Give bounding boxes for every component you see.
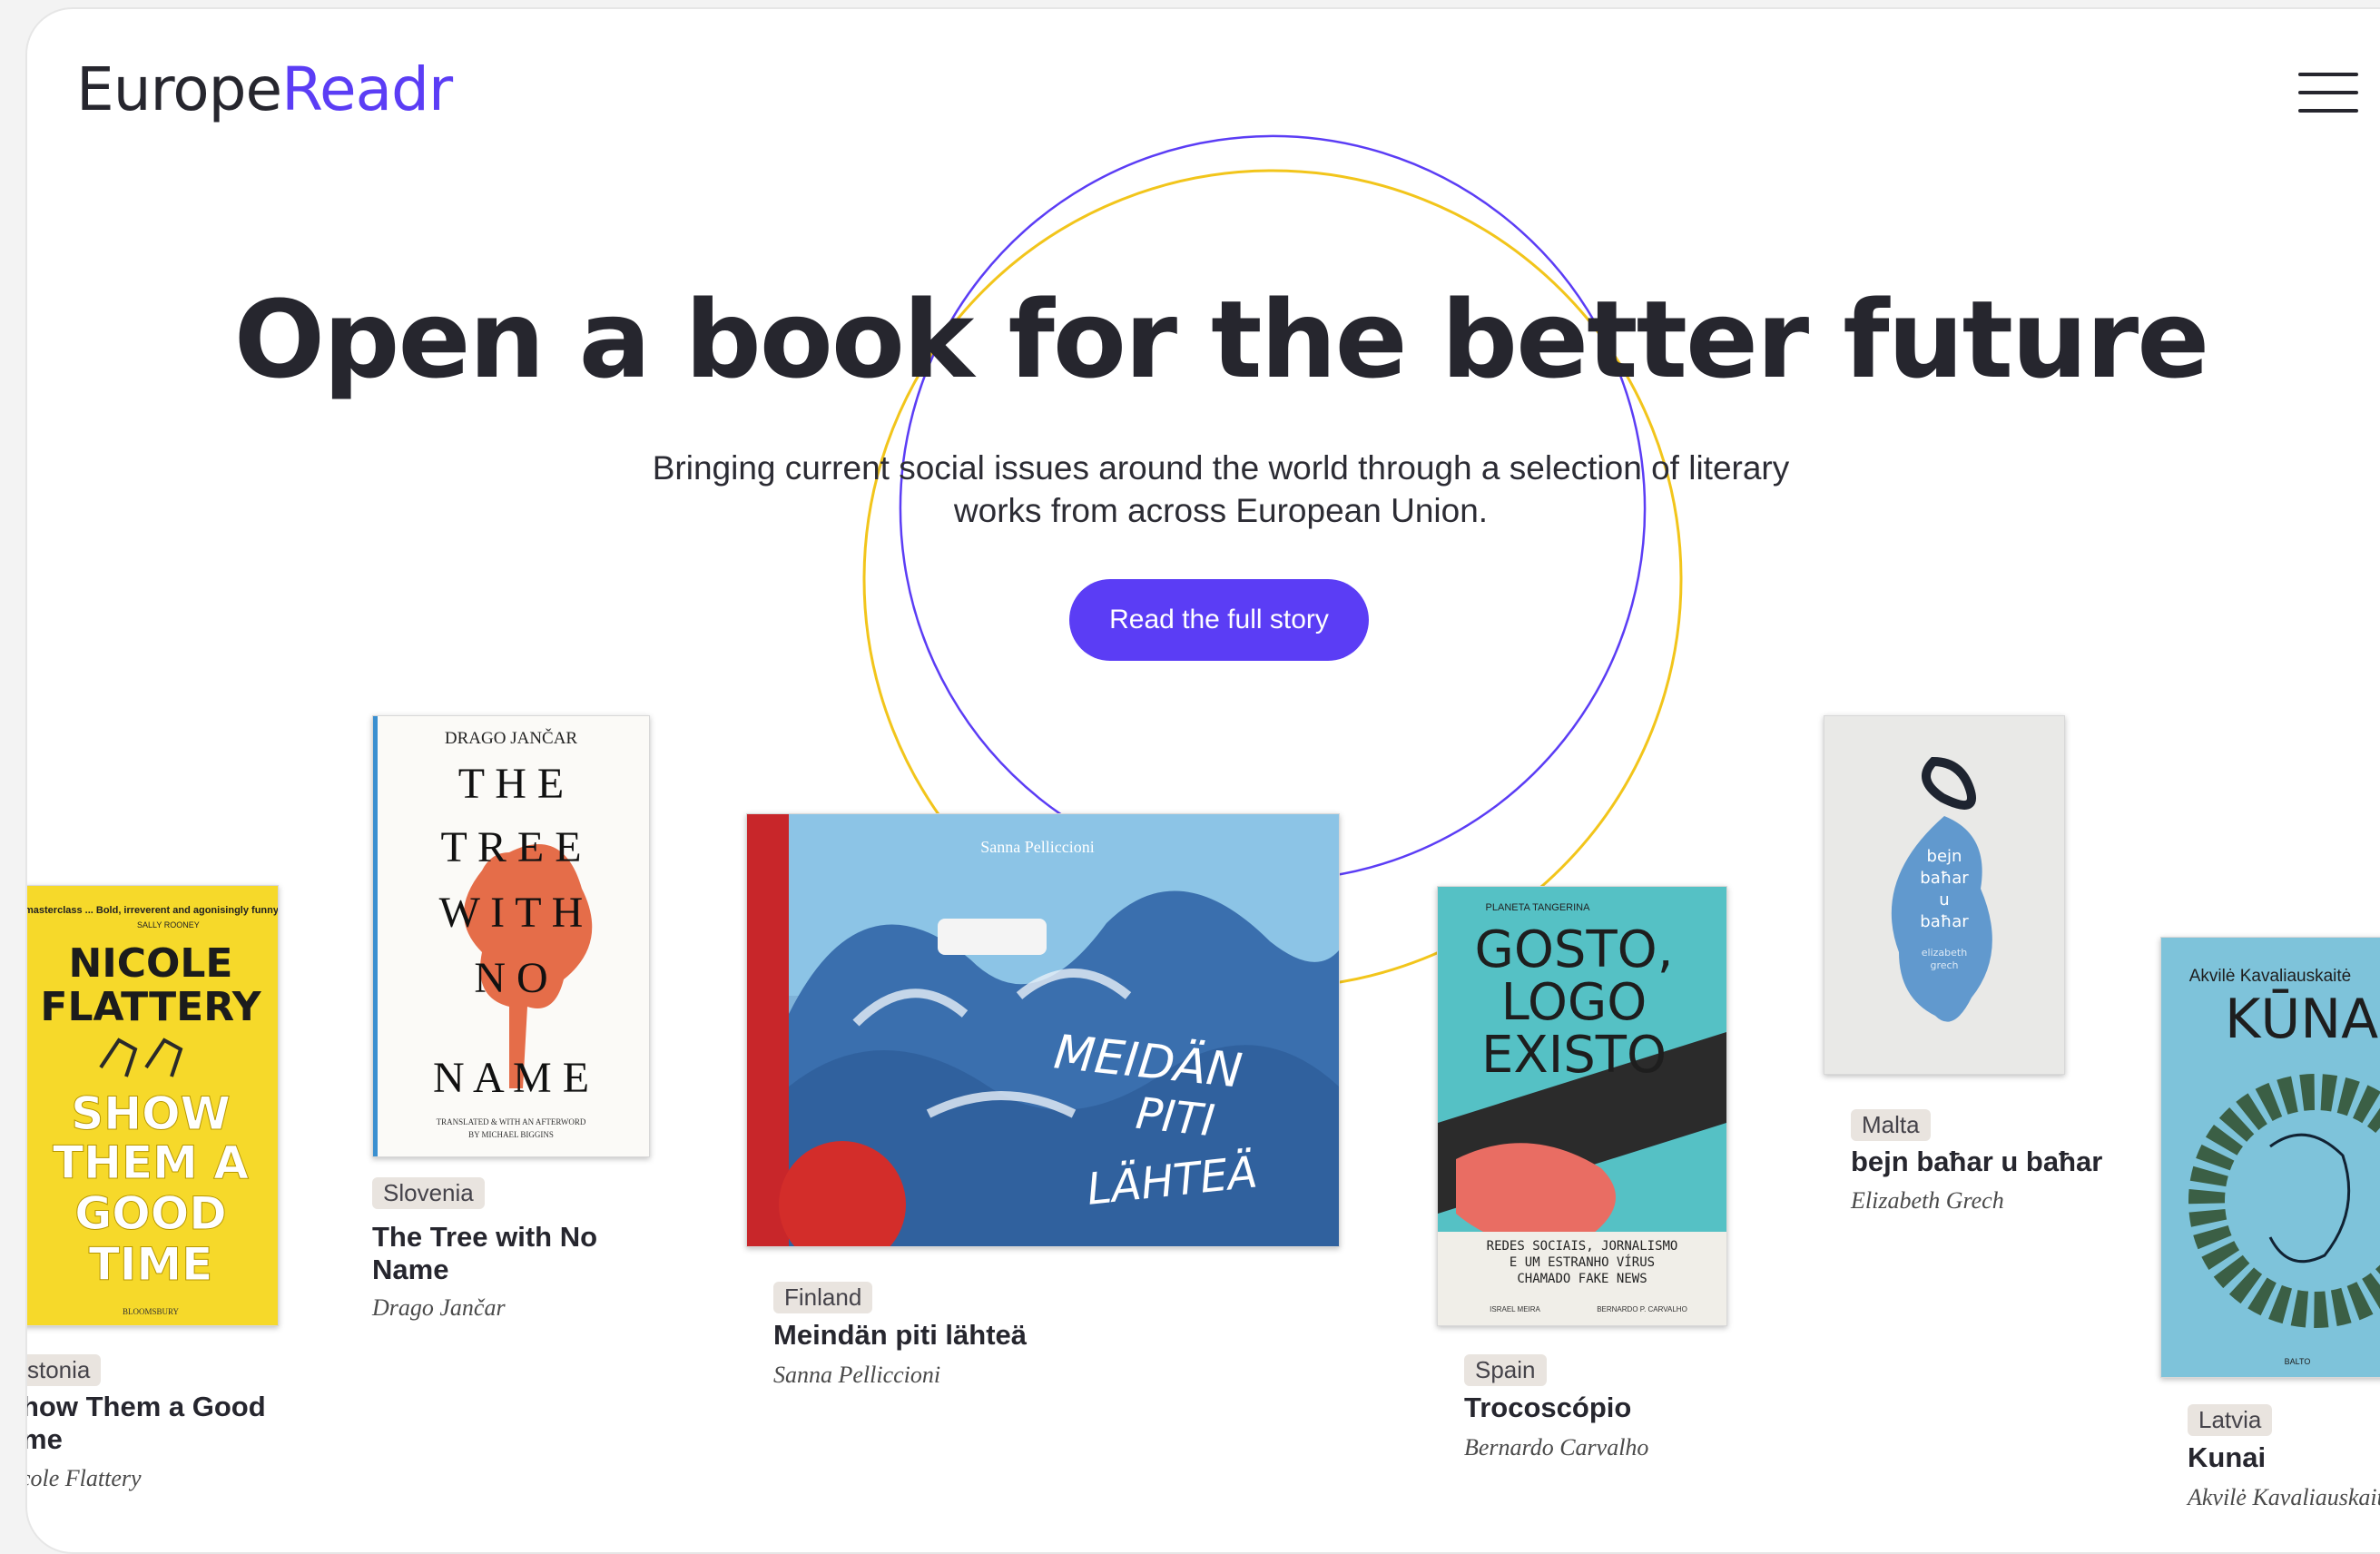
cover-word-5: N A M E (433, 1054, 589, 1102)
read-full-story-button[interactable]: Read the full story (1069, 579, 1369, 661)
book-country: Latvia (2188, 1404, 2273, 1436)
cover-line-2: PITI (1134, 1088, 1217, 1147)
cover-title-4: TIME (89, 1238, 213, 1291)
cover-line-3: u (1939, 890, 1949, 910)
cover-line-4: baħar (1920, 912, 1969, 931)
cover-author: Akvilė Kavaliauskaitė (2189, 967, 2351, 986)
book-title[interactable]: Trocoscópio (1464, 1392, 1736, 1424)
cover-art: DRAGO JANČAR T H E T R E E W I T H N O N… (373, 716, 593, 1156)
europereadr-logo[interactable]: EuropeReadr (76, 54, 453, 124)
book-country: Malta (1851, 1109, 1931, 1141)
cover-author: Sanna Pelliccioni (980, 838, 1094, 856)
cover-publisher: PLANETA TANGERINA (1486, 902, 1591, 913)
cover-credit-2: BY MICHAEL BIGGINS (468, 1130, 554, 1139)
cover-spine-line (373, 716, 378, 1156)
book-cover-bejn-bahar-u-bahar[interactable]: bejn baħar u baħar elizabeth grech (1824, 715, 2065, 1075)
book-author: Drago Jančar (372, 1294, 506, 1321)
book-cover-gosto-logo-existo[interactable]: PLANETA TANGERINA GOSTO, LOGO EXISTO RED… (1437, 886, 1727, 1326)
page-frame: EuropeReadr Open a book for the better f… (25, 7, 2380, 1554)
cover-publisher: BLOOMSBURY (123, 1307, 180, 1316)
cover-word-1: T H E (458, 760, 564, 808)
cover-line-2: baħar (1920, 869, 1969, 888)
cover-line-5: elizabeth (1922, 947, 1967, 959)
cover-art: Sanna Pelliccioni MEIDÄN PITI LÄHTEÄ (747, 814, 1339, 1246)
book-title[interactable]: bejn baħar u baħar (1851, 1146, 2123, 1178)
book-country: Slovenia (372, 1177, 485, 1209)
book-cover-show-them-a-good-time[interactable]: masterclass ... Bold, irreverent and ago… (25, 885, 279, 1326)
cover-credit-left: ISRAEL MEIRA (1490, 1305, 1540, 1313)
book-country: stonia (27, 1354, 102, 1386)
logo-text-europe: Europe (76, 54, 282, 124)
cover-word-4: N O (474, 954, 547, 1002)
cover-art: Akvilė Kavaliauskaitė KŪNAI BALTO (2188, 967, 2380, 1366)
book-author: Bernardo Carvalho (1464, 1434, 1649, 1461)
cover-title: KŪNAI (2225, 988, 2380, 1051)
cover-author-2: FLATTERY (40, 984, 261, 1030)
cover-author: DRAGO JANČAR (445, 728, 578, 748)
cover-tag-2: E UM ESTRANHO VÍRUS (1510, 1254, 1655, 1270)
book-country: Spain (1464, 1354, 1547, 1386)
book-author: Akvilė Kavaliauskaitė (2188, 1484, 2380, 1510)
book-cover-kunai[interactable]: Akvilė Kavaliauskaitė KŪNAI BALTO (2160, 937, 2380, 1378)
book-title[interactable]: how Them a Good me (27, 1391, 267, 1456)
cover-title-3: EXISTO (1481, 1026, 1667, 1085)
cover-tag-1: REDES SOCIAIS, JORNALISMO (1487, 1239, 1678, 1254)
cover-art: bejn baħar u baħar elizabeth grech (1891, 756, 1992, 1022)
town-on-wave (938, 919, 1047, 955)
menu-line (2298, 91, 2358, 94)
cover-title-1: GOSTO, (1474, 920, 1673, 979)
book-title[interactable]: Kunai (2188, 1441, 2380, 1474)
cover-word-2: T R E E (440, 823, 581, 871)
cover-word-3: W I T H (439, 889, 584, 937)
cover-art: PLANETA TANGERINA GOSTO, LOGO EXISTO RED… (1438, 902, 1726, 1325)
cover-title-2: THEM A (53, 1136, 249, 1189)
face-outline (2268, 1133, 2351, 1264)
laurel-wreath (2188, 1074, 2380, 1328)
book-author: Sanna Pelliccioni (773, 1362, 941, 1388)
book-cover-meidan-piti-lahtea[interactable]: Sanna Pelliccioni MEIDÄN PITI LÄHTEÄ (746, 813, 1340, 1247)
cover-line-1: bejn (1927, 847, 1962, 866)
cover-publisher: BALTO (2285, 1357, 2311, 1366)
cover-title-2: LOGO (1501, 973, 1647, 1032)
cover-line-6: grech (1930, 959, 1958, 971)
cover-credit-1: TRANSLATED & WITH AN AFTERWORD (437, 1117, 586, 1126)
cover-title-1: SHOW (71, 1087, 231, 1140)
menu-line (2298, 109, 2358, 113)
book-title[interactable]: The Tree with No Name (372, 1221, 626, 1286)
cover-title-3: GOOD (74, 1187, 227, 1240)
logo-text-readr: Readr (281, 54, 453, 124)
book-author: cole Flattery (25, 1465, 142, 1491)
cover-credit-right: BERNARDO P. CARVALHO (1597, 1305, 1687, 1313)
menu-line (2298, 73, 2358, 76)
cover-red-spine (747, 814, 789, 1246)
book-title[interactable]: Meindän piti lähteä (773, 1319, 1318, 1352)
running-figures (99, 1038, 183, 1077)
cover-quote: masterclass ... Bold, irreverent and ago… (25, 905, 278, 916)
cover-quote-source: SALLY ROONEY (137, 920, 200, 929)
book-cover-the-tree-with-no-name[interactable]: DRAGO JANČAR T H E T R E E W I T H N O N… (372, 715, 650, 1157)
cover-art: masterclass ... Bold, irreverent and ago… (25, 905, 278, 1316)
cover-tag-3: CHAMADO FAKE NEWS (1517, 1272, 1647, 1286)
hero-subtitle: Bringing current social issues around th… (652, 449, 1790, 529)
hero-headline: Open a book for the better future (233, 277, 2210, 402)
book-country: Finland (773, 1282, 873, 1313)
book-author: Elizabeth Grech (1851, 1187, 2004, 1214)
hamburger-menu-icon[interactable] (2298, 73, 2358, 113)
cover-author-1: NICOLE (69, 940, 233, 987)
dark-ring (1922, 756, 1976, 810)
